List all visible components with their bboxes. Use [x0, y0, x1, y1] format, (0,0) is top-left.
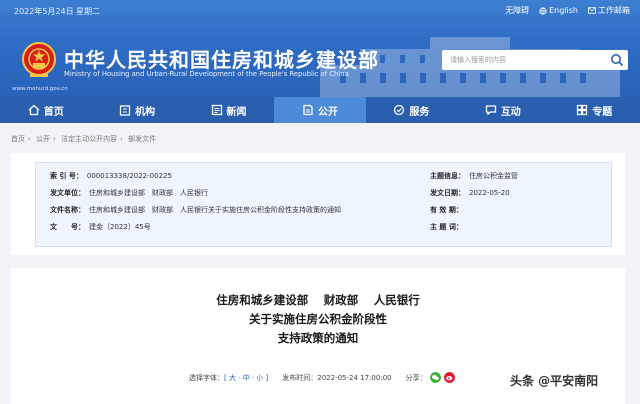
document-info-card: 索 引 号： 000013338/2022-00225 发文单位： 住房和城乡建设部…: [11, 153, 625, 255]
info-topic: 主题信息： 住房公积金监管: [430, 172, 518, 180]
share-label: 分享：: [405, 373, 427, 382]
mail-icon: [588, 7, 596, 14]
top-bar: 2022年5月24日 星期二 无障碍 English 工作邮箱: [0, 0, 640, 22]
info-index-no: 索 引 号： 000013338/2022-00225: [50, 172, 172, 180]
font-select-label: 选择字体：: [189, 373, 224, 382]
nav-interaction[interactable]: 互动: [457, 97, 548, 123]
nav-service[interactable]: 服务: [366, 97, 457, 123]
publish-label: 发布时间：: [282, 373, 318, 382]
breadcrumb-public[interactable]: 公开: [36, 135, 50, 143]
service-icon: [394, 104, 405, 116]
breadcrumb: 首页 › 公开 › 法定主动公开内容 › 部发文件: [11, 135, 157, 143]
news-icon: [211, 104, 222, 116]
top-links: 无障碍 English 工作邮箱: [505, 5, 630, 16]
search-box: [442, 50, 628, 70]
nav-topics[interactable]: 专题: [549, 97, 640, 123]
home-icon: [28, 104, 40, 116]
breadcrumb-home[interactable]: 首页: [11, 135, 25, 143]
info-title: 文件名称： 住房和城乡建设部 财政部 人民银行关于实施住房公积金阶段性支持政策的通…: [50, 206, 341, 214]
weibo-share-icon[interactable]: [443, 372, 455, 383]
article-title-line-2: 关于实施住房公积金阶段性: [249, 312, 387, 326]
wechat-share-icon[interactable]: [429, 372, 441, 383]
publish-time: 2022-05-24 17:00:00: [317, 373, 392, 382]
search-icon[interactable]: [610, 53, 624, 67]
site-subtitle: Ministry of Housing and Urban-Rural Deve…: [64, 70, 349, 78]
main-nav: 首页 机构 新闻 公开 服务 互动 专题: [0, 97, 640, 123]
article-title-line-3: 支持政策的通知: [277, 331, 359, 345]
info-doc-no: 文 号： 建金〔2022〕45号: [50, 223, 151, 231]
site-domain: www.mohurd.gov.cn: [12, 86, 68, 92]
site-header: 2022年5月24日 星期二 无障碍 English 工作邮箱 中华人民共和国住…: [0, 0, 640, 97]
info-subject: 主 题 词：: [430, 223, 463, 231]
source-watermark: 头条 @平安南阳: [510, 374, 599, 388]
nav-news[interactable]: 新闻: [183, 97, 274, 123]
accessibility-link[interactable]: 无障碍: [505, 5, 529, 16]
nav-organization[interactable]: 机构: [91, 97, 182, 123]
info-date: 发文日期： 2022-05-20: [430, 189, 510, 197]
current-date: 2022年5月24日 星期二: [14, 7, 101, 16]
breadcrumb-statutory[interactable]: 法定主动公开内容: [61, 135, 117, 143]
national-emblem-icon: [22, 42, 56, 77]
work-mail-link[interactable]: 工作邮箱: [588, 5, 630, 16]
organization-icon: [119, 105, 131, 116]
info-issuer: 发文单位： 住房和城乡建设部 财政部 人民银行: [50, 189, 208, 197]
site-title: 中华人民共和国住房和城乡建设部: [64, 48, 379, 72]
chat-icon: [485, 105, 496, 116]
search-input[interactable]: [442, 50, 602, 70]
breadcrumb-ministry-docs[interactable]: 部发文件: [128, 135, 156, 143]
english-link[interactable]: English: [539, 6, 578, 15]
document-info-panel: 索 引 号： 000013338/2022-00225 发文单位： 住房和城乡建设部…: [35, 162, 612, 247]
article-title-line-1: 住房和城乡建设部 财政部 人民银行: [216, 293, 420, 307]
font-size-selector[interactable]: [ 大 · 中 · 小 ]: [224, 373, 268, 383]
nav-public[interactable]: 公开: [274, 97, 366, 123]
topics-icon: [577, 104, 588, 116]
info-validity: 有 效 期：: [430, 206, 463, 214]
globe-icon: [539, 6, 547, 15]
public-doc-icon: [303, 104, 313, 116]
nav-home[interactable]: 首页: [0, 97, 91, 123]
article-meta: 选择字体： [ 大 · 中 · 小 ] 发布时间： 2022-05-24 17:…: [189, 372, 455, 383]
